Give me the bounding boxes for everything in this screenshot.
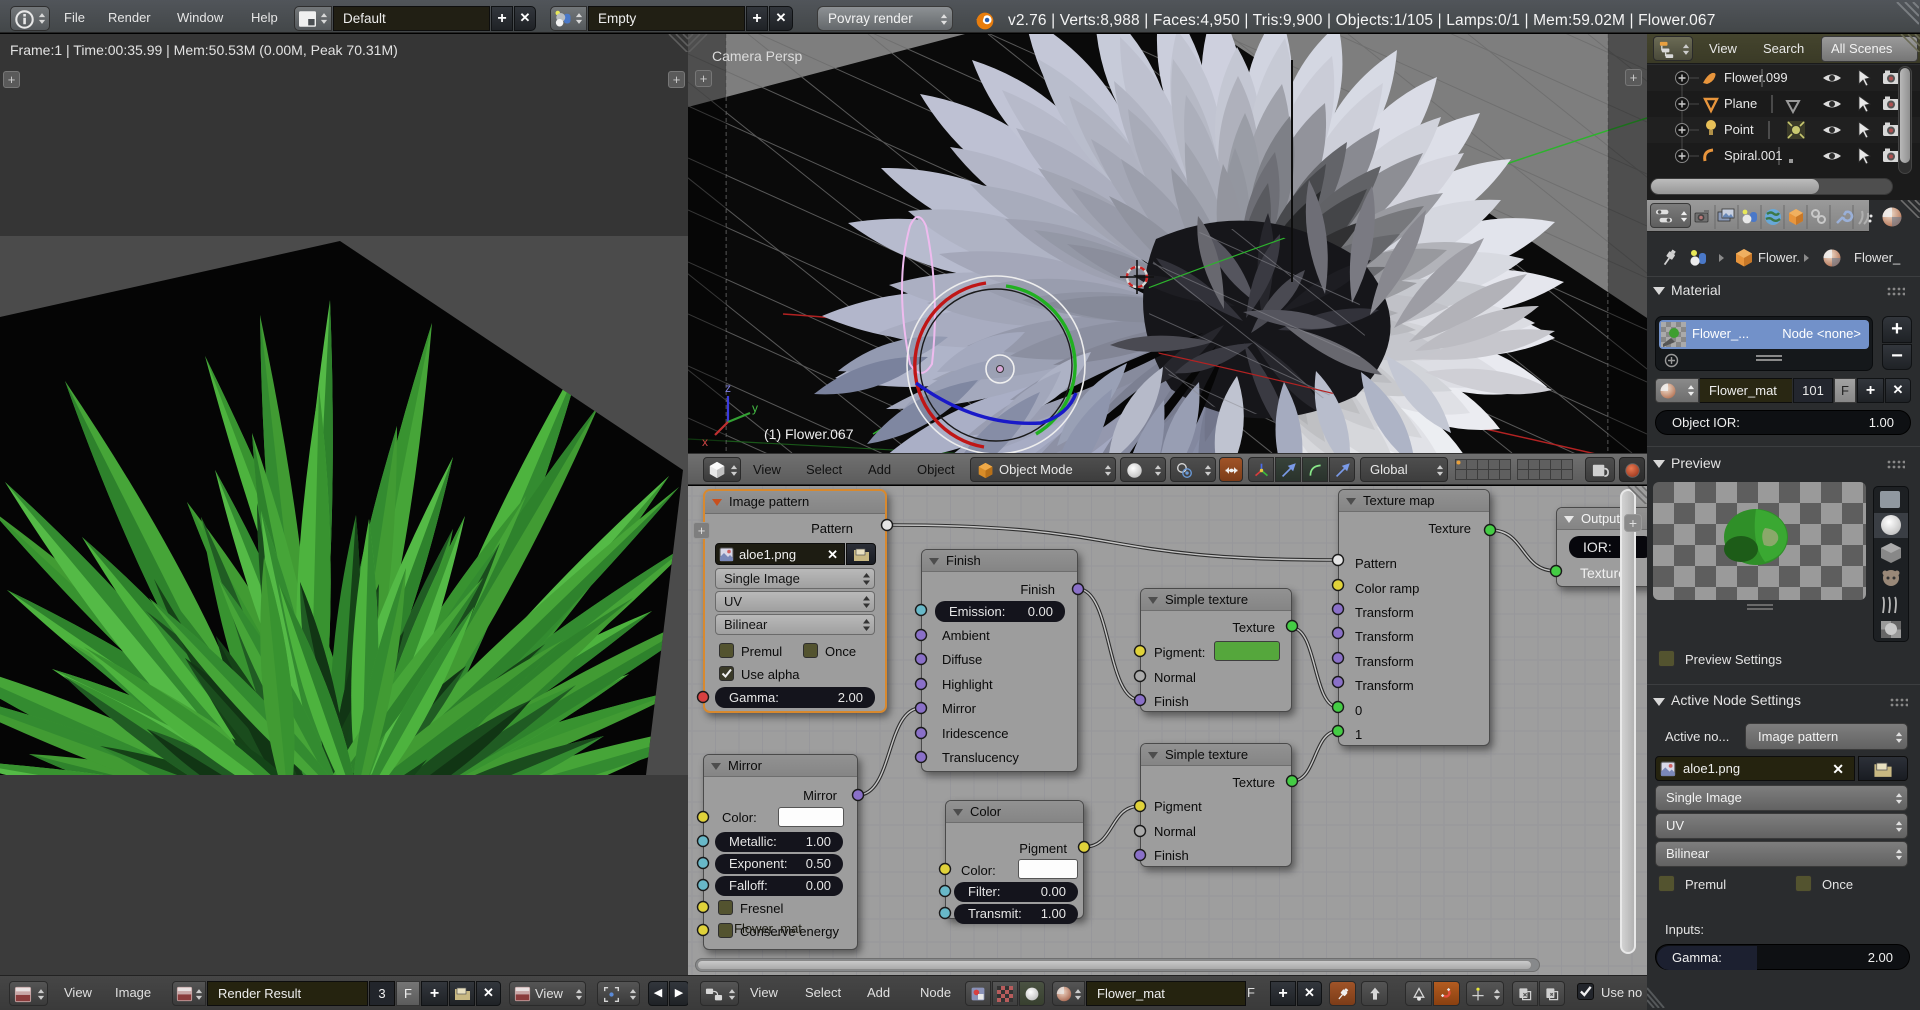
svg-text:z: z (725, 381, 731, 395)
svg-text:x: x (702, 435, 708, 449)
svg-text:y: y (752, 401, 758, 415)
